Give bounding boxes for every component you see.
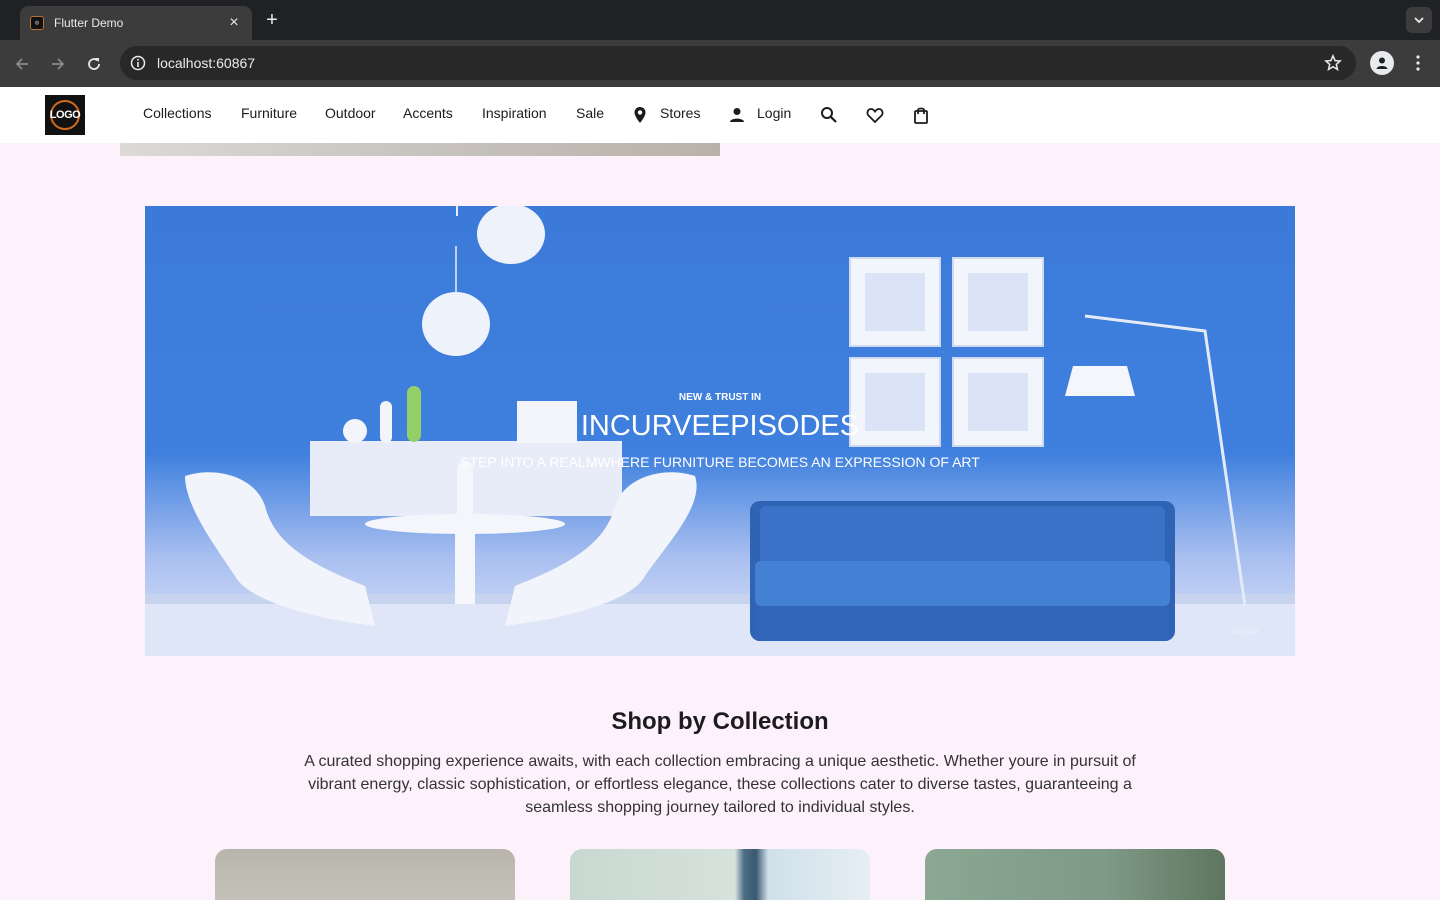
person-icon[interactable]	[727, 105, 747, 125]
section-description: A curated shopping experience awaits, wi…	[304, 753, 1136, 816]
browser-tab-bar: ◎ Flutter Demo × +	[0, 0, 1440, 40]
url-text: localhost:60867	[157, 55, 256, 71]
nav-inspiration[interactable]: Inspiration	[482, 105, 547, 121]
search-icon[interactable]	[819, 105, 839, 125]
nav-furniture[interactable]: Furniture	[241, 105, 297, 121]
tab-search-button[interactable]	[1406, 7, 1432, 33]
new-tab-button[interactable]: +	[262, 10, 282, 30]
hero-subtitle: STEP INTO A REALMWHERE FURNITURE BECOMES…	[460, 454, 980, 470]
nav-login[interactable]: Login	[757, 105, 791, 121]
nav-collections[interactable]: Collections	[143, 105, 211, 121]
profile-avatar-icon[interactable]	[1370, 51, 1394, 75]
browser-menu-icon[interactable]	[1408, 51, 1428, 75]
reload-button[interactable]	[82, 52, 106, 76]
nav-outdoor[interactable]: Outdoor	[325, 105, 376, 121]
site-info-icon[interactable]	[128, 53, 148, 73]
favicon-icon: ◎	[30, 16, 44, 30]
carousel-image-edge	[120, 143, 720, 156]
heart-icon[interactable]	[865, 105, 885, 125]
logo-text: LOGO	[49, 109, 81, 121]
hero-banner: NEW & TRUST IN INCURVEEPISODES STEP INTO…	[145, 206, 1295, 656]
collection-card-1[interactable]	[215, 849, 515, 900]
location-pin-icon[interactable]	[630, 105, 650, 125]
nav-accents[interactable]: Accents	[403, 105, 453, 121]
browser-toolbar: localhost:60867	[0, 40, 1440, 87]
section-title: Shop by Collection	[611, 708, 829, 735]
site-logo[interactable]: LOGO	[45, 95, 85, 135]
nav-stores[interactable]: Stores	[660, 105, 700, 121]
browser-tab[interactable]: ◎ Flutter Demo ×	[20, 6, 252, 40]
close-tab-icon[interactable]: ×	[226, 14, 242, 32]
shopping-bag-icon[interactable]	[911, 105, 931, 125]
collection-card-2[interactable]	[570, 849, 870, 900]
tab-title: Flutter Demo	[54, 16, 124, 30]
back-button[interactable]	[10, 52, 34, 76]
forward-button[interactable]	[46, 52, 70, 76]
hero-title: INCURVEEPISODES	[580, 410, 860, 442]
hero-kicker: NEW & TRUST IN	[678, 392, 762, 403]
bookmark-star-icon[interactable]	[1323, 53, 1343, 77]
arrow-right-icon	[52, 58, 65, 70]
address-bar[interactable]: localhost:60867	[120, 46, 1356, 80]
arrow-left-icon	[15, 58, 28, 70]
chevron-down-icon	[1414, 17, 1424, 24]
nav-sale[interactable]: Sale	[576, 105, 604, 121]
collection-card-3[interactable]	[925, 849, 1225, 900]
site-header: LOGO Collections Furniture Outdoor Accen…	[0, 87, 1440, 143]
reload-icon	[88, 58, 100, 70]
